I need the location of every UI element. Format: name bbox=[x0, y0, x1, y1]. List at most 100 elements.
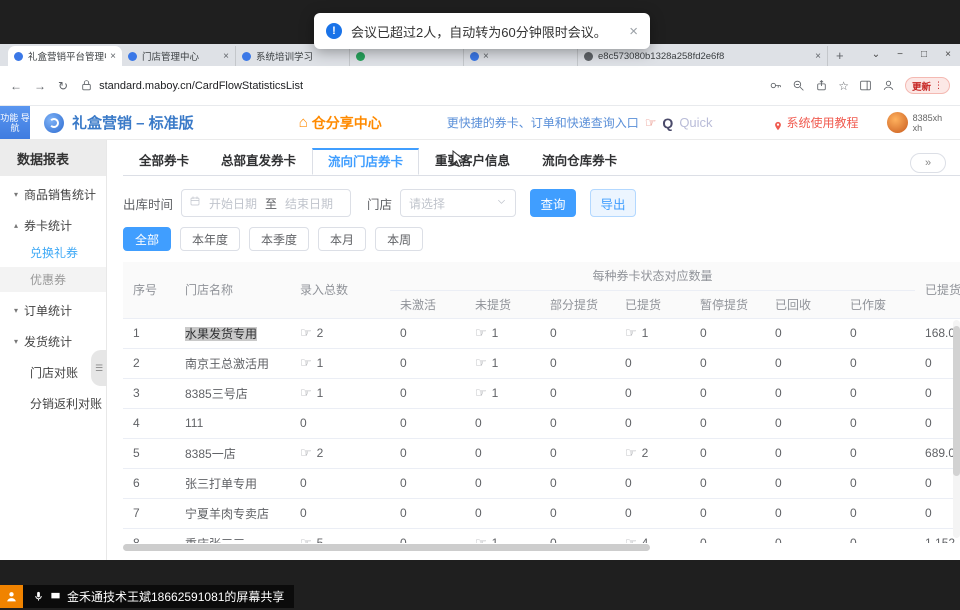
tab-close-icon[interactable]: × bbox=[110, 51, 116, 62]
toast-close-icon[interactable]: × bbox=[629, 23, 638, 40]
store-select[interactable]: 请选择 bbox=[400, 189, 516, 217]
store-name: 水果发货专用 bbox=[185, 327, 257, 341]
browser-tab[interactable] bbox=[350, 46, 464, 66]
tab-1[interactable]: 总部直发券卡 bbox=[205, 148, 312, 175]
hand-link-icon[interactable]: ☞ bbox=[475, 355, 487, 370]
more-menu-icon[interactable]: ⋮ bbox=[934, 80, 943, 91]
sidebar-item[interactable]: ▾发货统计 bbox=[0, 329, 106, 354]
cell-number: 0 bbox=[550, 506, 557, 520]
browser-tab[interactable]: e8c573080b1328a258fd2e6f8× bbox=[578, 46, 828, 66]
url-bar: ← → ↻ standard.maboy.cn/CardFlowStatisti… bbox=[0, 66, 960, 106]
cell-number: 0 bbox=[850, 476, 857, 490]
hand-link-icon[interactable]: ☞ bbox=[475, 385, 487, 400]
quick-filter-button[interactable]: 全部 bbox=[123, 227, 171, 251]
browser-tab[interactable]: 系统培训学习 bbox=[236, 46, 350, 66]
table-vertical-scrollbar[interactable] bbox=[953, 320, 960, 538]
tab-search-icon[interactable]: ⌄ bbox=[864, 44, 888, 66]
cell-number: 0 bbox=[400, 326, 407, 340]
sidebar-item[interactable]: ▾订单统计 bbox=[0, 298, 106, 323]
side-panel-icon[interactable] bbox=[859, 79, 872, 92]
sidebar-item-label: 优惠券 bbox=[30, 271, 66, 288]
table-row[interactable]: 6张三打单专用000000000 bbox=[123, 468, 960, 498]
column-group-header: 每种券卡状态对应数量 bbox=[390, 262, 915, 290]
zoom-icon[interactable] bbox=[792, 79, 805, 92]
export-button[interactable]: 导出 bbox=[590, 189, 636, 217]
expand-panel-button[interactable]: » bbox=[910, 153, 946, 173]
hand-link-icon[interactable]: ☞ bbox=[625, 325, 637, 340]
sidebar-title: 数据报表 bbox=[0, 140, 106, 176]
cell-value: 0 bbox=[390, 348, 465, 378]
search-button[interactable]: 查询 bbox=[530, 189, 576, 217]
reload-icon[interactable]: ↻ bbox=[58, 79, 68, 93]
date-range-input[interactable]: 开始日期 至 结束日期 bbox=[181, 189, 351, 217]
function-nav-toggle[interactable]: 功能 导航 bbox=[0, 106, 30, 139]
table-row[interactable]: 7宁夏羊肉专卖店000000000 bbox=[123, 498, 960, 528]
quick-filter-button[interactable]: 本年度 bbox=[180, 227, 240, 251]
hand-link-icon[interactable]: ☞ bbox=[300, 355, 312, 370]
table-row[interactable]: 4111000000000 bbox=[123, 408, 960, 438]
user-account[interactable]: 8385xh xh bbox=[887, 112, 943, 133]
chevron-down-icon bbox=[496, 194, 507, 212]
presenter-icon bbox=[0, 585, 23, 608]
sidebar-collapse-handle[interactable]: ☰ bbox=[91, 350, 107, 386]
forward-icon[interactable]: → bbox=[34, 79, 46, 93]
cell-value: ☞1 bbox=[465, 528, 540, 543]
hand-link-icon[interactable]: ☞ bbox=[300, 445, 312, 460]
pointer-hand-icon: ☞ bbox=[645, 115, 657, 131]
tab-close-icon[interactable]: × bbox=[223, 51, 229, 62]
sidebar-item[interactable]: 兑换礼券 bbox=[0, 240, 106, 265]
new-tab-button[interactable]: + bbox=[836, 48, 844, 63]
cell-number: 0 bbox=[850, 386, 857, 400]
tab-3[interactable]: 重要客户信息 bbox=[419, 148, 526, 175]
key-icon[interactable] bbox=[769, 79, 782, 92]
sidebar-item[interactable]: 分销返利对账 bbox=[0, 391, 106, 416]
column-header-total: 录入总数 bbox=[290, 262, 390, 318]
profile-icon[interactable] bbox=[882, 79, 895, 92]
hand-link-icon[interactable]: ☞ bbox=[300, 325, 312, 340]
store-name: 111 bbox=[185, 416, 203, 430]
tab-close-icon[interactable]: × bbox=[483, 51, 489, 62]
screen-icon bbox=[50, 591, 61, 602]
table-row[interactable]: 58385一店☞2000☞2000689.0 bbox=[123, 438, 960, 468]
hand-link-icon[interactable]: ☞ bbox=[300, 535, 312, 543]
chrome-update-button[interactable]: 更新 ⋮ bbox=[905, 77, 950, 94]
sidebar-item[interactable]: 优惠券 bbox=[0, 267, 106, 292]
user-name: 8385xh xh bbox=[913, 113, 943, 133]
browser-tab[interactable]: 礼盒营销平台管理中心× bbox=[8, 46, 122, 66]
cell-number: 0 bbox=[925, 476, 932, 490]
tab-0[interactable]: 全部券卡 bbox=[123, 148, 205, 175]
hand-link-icon[interactable]: ☞ bbox=[475, 325, 487, 340]
quick-filter-button[interactable]: 本周 bbox=[375, 227, 423, 251]
table-row[interactable]: 38385三号店☞10☞1000000 bbox=[123, 378, 960, 408]
quick-entry-link[interactable]: 更快捷的券卡、订单和快递查询入口 ☞ Q Quick bbox=[447, 114, 713, 131]
share-icon[interactable] bbox=[815, 79, 828, 92]
sidebar-item[interactable]: ▾商品销售统计 bbox=[0, 182, 106, 207]
maximize-button[interactable]: □ bbox=[912, 44, 936, 66]
tab-close-icon[interactable]: × bbox=[815, 51, 821, 62]
minimize-button[interactable]: − bbox=[888, 44, 912, 66]
table-horizontal-scrollbar[interactable] bbox=[123, 544, 960, 551]
table-row[interactable]: 8重庆张三三☞50☞10☞40001,152 bbox=[123, 528, 960, 543]
hand-link-icon[interactable]: ☞ bbox=[300, 385, 312, 400]
hand-link-icon[interactable]: ☞ bbox=[625, 535, 637, 543]
tutorial-link[interactable]: 系统使用教程 bbox=[773, 114, 859, 131]
tab-title: 门店管理中心 bbox=[142, 49, 219, 63]
table-row[interactable]: 1水果发货专用☞20☞10☞1000168.0 bbox=[123, 318, 960, 348]
browser-tab[interactable]: × bbox=[464, 46, 578, 66]
cell-store: 8385一店 bbox=[175, 438, 290, 468]
url-text[interactable]: standard.maboy.cn/CardFlowStatisticsList bbox=[99, 80, 303, 92]
table-row[interactable]: 2南京王总激活用☞10☞1000000 bbox=[123, 348, 960, 378]
hand-link-icon[interactable]: ☞ bbox=[475, 535, 487, 543]
tab-4[interactable]: 流向仓库券卡 bbox=[526, 148, 633, 175]
sidebar-item[interactable]: ▴券卡统计 bbox=[0, 213, 106, 238]
bookmark-star-icon[interactable]: ☆ bbox=[838, 79, 849, 93]
quick-filter-button[interactable]: 本季度 bbox=[249, 227, 309, 251]
share-center-link[interactable]: ⌂ 仓分享中心 bbox=[299, 113, 382, 133]
quick-filter-button[interactable]: 本月 bbox=[318, 227, 366, 251]
hand-link-icon[interactable]: ☞ bbox=[625, 445, 637, 460]
browser-tab[interactable]: 门店管理中心 × bbox=[122, 46, 236, 66]
back-icon[interactable]: ← bbox=[10, 79, 22, 93]
tab-2[interactable]: 流向门店券卡 bbox=[312, 148, 419, 175]
sidebar-item-label: 订单统计 bbox=[24, 302, 72, 319]
close-window-button[interactable]: × bbox=[936, 44, 960, 66]
